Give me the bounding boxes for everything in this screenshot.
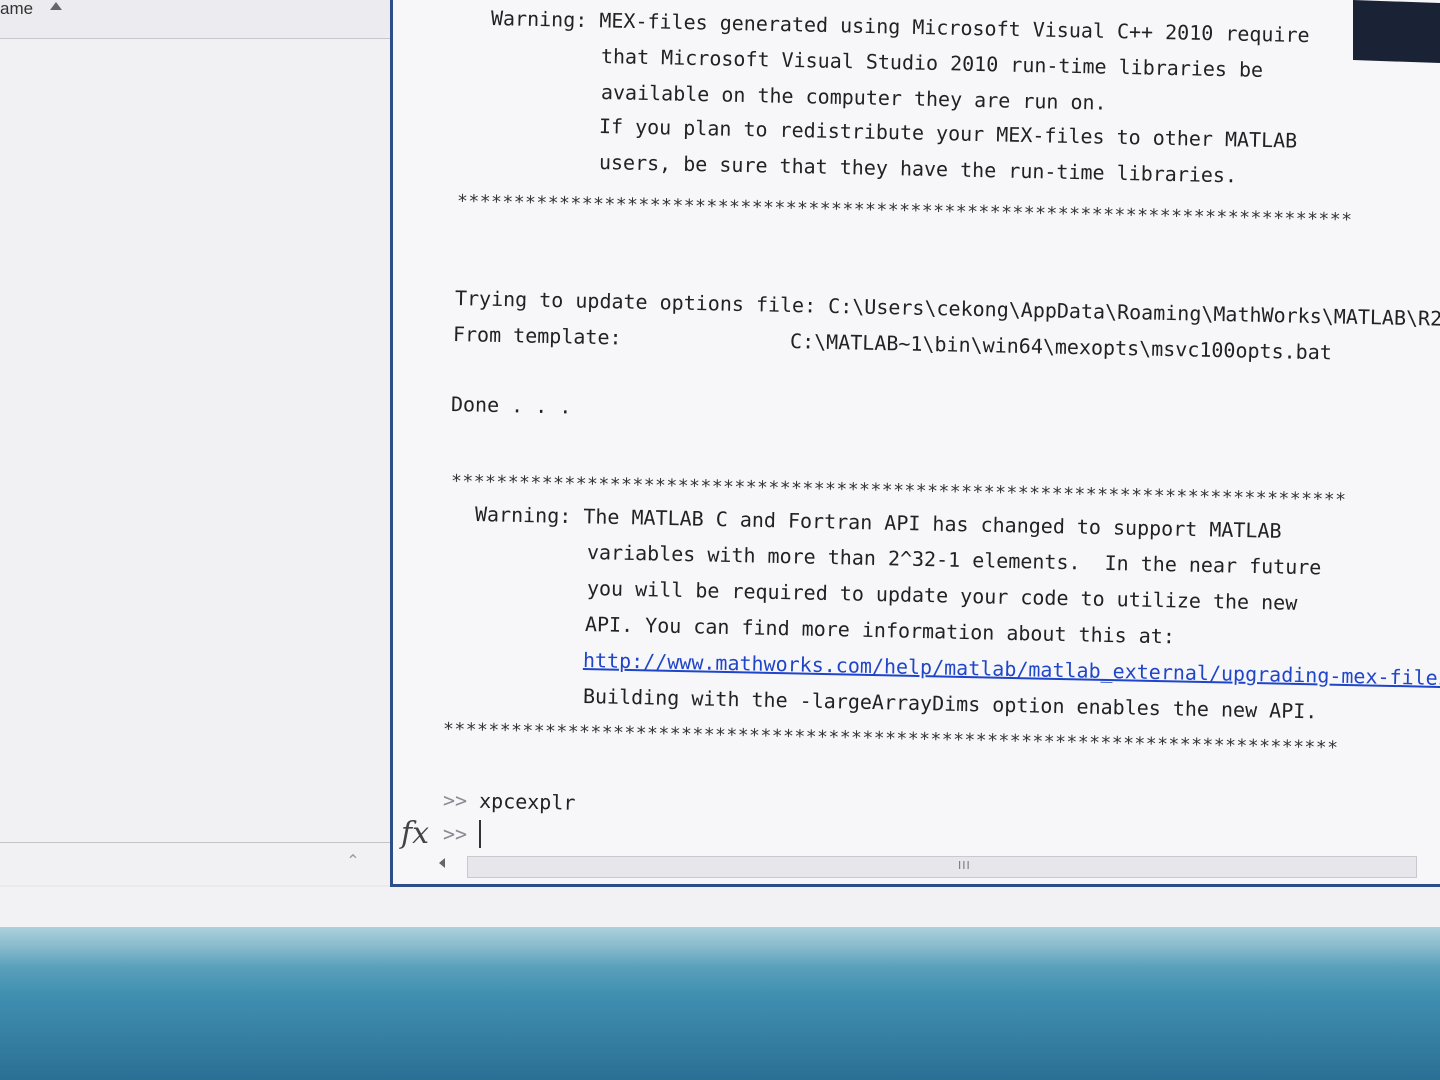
scroll-left-arrow-icon[interactable]	[439, 858, 445, 868]
separator-line: ****************************************…	[456, 191, 1353, 231]
sort-ascending-icon[interactable]	[50, 2, 62, 10]
taskbar-gloss	[0, 927, 1440, 967]
input-prompt: >>	[443, 822, 468, 846]
chevron-up-icon[interactable]: ⌃	[342, 852, 364, 870]
function-browser-icon[interactable]: fx	[401, 816, 429, 851]
separator-line: ****************************************…	[442, 719, 1339, 759]
output-line: you will be required to update your code…	[586, 576, 1298, 615]
text-cursor[interactable]	[479, 820, 481, 848]
command-input-row[interactable]: fx >>	[393, 810, 1440, 860]
output-line: Building with the -largeArrayDims option…	[582, 684, 1318, 724]
file-list-header[interactable]: ame	[0, 0, 392, 39]
output-line: If you plan to redistribute your MEX-fil…	[598, 114, 1298, 153]
output-line: that Microsoft Visual Studio 2010 run-ti…	[600, 44, 1264, 82]
output-line: API. You can find more information about…	[584, 612, 1176, 649]
status-bar	[0, 887, 1440, 927]
scrollbar-grip[interactable]: III	[958, 859, 971, 872]
screen: ame ⌃ Warning: MEX-files generated using…	[0, 0, 1440, 1080]
horizontal-scrollbar[interactable]: III	[467, 856, 1417, 878]
output-line: From template: C:\MATLAB~1\bin\win64\mex…	[452, 322, 1333, 365]
command-output: Warning: MEX-files generated using Micro…	[393, 0, 1440, 830]
panel-divider	[0, 842, 392, 843]
command-window[interactable]: Warning: MEX-files generated using Micro…	[390, 0, 1440, 887]
name-column-header[interactable]: ame	[0, 0, 33, 18]
output-line: Done . . .	[450, 392, 572, 419]
output-line: Warning: MEX-files generated using Micro…	[490, 6, 1310, 48]
help-link[interactable]: http://www.mathworks.com/help/matlab/mat…	[583, 648, 1440, 690]
output-line: users, be sure that they have the run-ti…	[598, 150, 1238, 188]
windows-taskbar[interactable]	[0, 927, 1440, 1080]
output-line: available on the computer they are run o…	[600, 80, 1107, 115]
current-folder-panel: ame ⌃	[0, 0, 393, 885]
prompt-symbol: >>	[442, 788, 468, 813]
output-line: variables with more than 2^32-1 elements…	[586, 540, 1322, 580]
